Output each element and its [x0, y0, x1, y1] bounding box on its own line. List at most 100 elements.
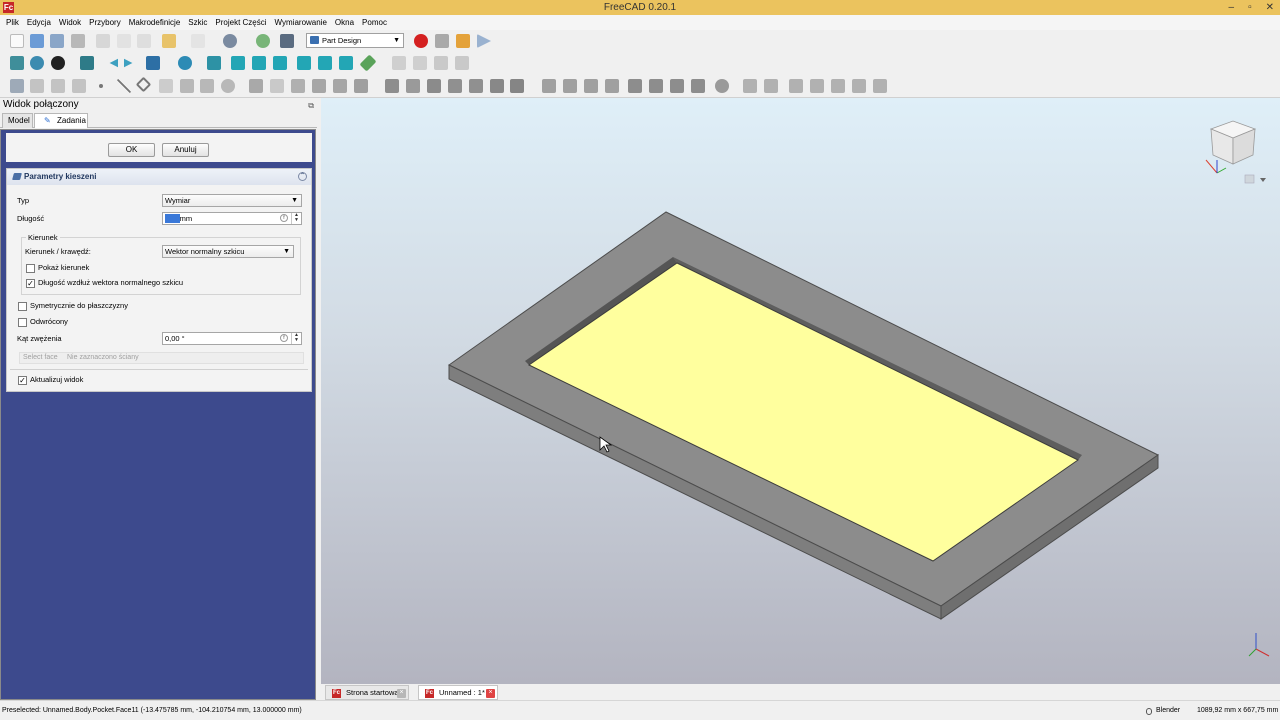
copy-icon[interactable] — [117, 34, 131, 48]
menu-dimensioning[interactable]: Wymiarowanie — [271, 15, 331, 30]
part-icon[interactable] — [392, 56, 406, 70]
navigation-cube[interactable] — [1205, 120, 1266, 184]
type-select[interactable]: Wymiar ▼ — [162, 194, 302, 207]
redo-icon[interactable] — [191, 34, 205, 48]
fit-selection-icon[interactable] — [30, 56, 44, 70]
paste-icon[interactable] — [137, 34, 151, 48]
pocket-icon[interactable] — [385, 79, 399, 93]
menu-edit[interactable]: Edycja — [23, 15, 55, 30]
length-input[interactable]: 2,00mm f ▲ ▼ — [162, 212, 302, 225]
symmetric-checkbox[interactable] — [18, 302, 27, 311]
tab-start-page[interactable]: Fc Strona startowa × — [325, 685, 409, 700]
left-view-icon[interactable] — [339, 56, 353, 70]
macro-record-icon[interactable] — [414, 34, 428, 48]
print-icon[interactable] — [71, 34, 85, 48]
multi-transform-icon[interactable] — [605, 79, 619, 93]
body-icon[interactable] — [10, 79, 24, 93]
undo-icon[interactable] — [162, 34, 176, 48]
helix-icon[interactable] — [333, 79, 347, 93]
new-file-icon[interactable] — [10, 34, 24, 48]
menu-windows[interactable]: Okna — [331, 15, 358, 30]
pocket-parameters-header[interactable]: Parametry kieszeni ⌃ — [7, 169, 311, 185]
draft-icon[interactable] — [670, 79, 684, 93]
minimize-button[interactable]: – — [1229, 0, 1235, 15]
cancel-button[interactable]: Anuluj — [162, 143, 209, 157]
measure-angular-icon[interactable] — [764, 79, 778, 93]
rear-view-icon[interactable] — [297, 56, 311, 70]
measure-icon[interactable] — [359, 54, 377, 72]
boolean-icon[interactable] — [715, 79, 729, 93]
collapse-icon[interactable]: ⌃ — [298, 172, 307, 181]
mirrored-icon[interactable] — [542, 79, 556, 93]
datum-line-icon[interactable] — [117, 79, 131, 93]
menu-part-design[interactable]: Projekt Części — [211, 15, 270, 30]
spin-arrows-icon[interactable]: ▲ ▼ — [291, 213, 301, 224]
recompute-icon[interactable] — [256, 34, 270, 48]
measure-refresh-icon[interactable] — [789, 79, 803, 93]
fillet-icon[interactable] — [628, 79, 642, 93]
pad-icon[interactable] — [249, 79, 263, 93]
hole-icon[interactable] — [406, 79, 420, 93]
polar-pattern-icon[interactable] — [584, 79, 598, 93]
subtractive-helix-icon[interactable] — [490, 79, 504, 93]
subtractive-primitive-icon[interactable] — [510, 79, 524, 93]
cut-icon[interactable] — [96, 34, 110, 48]
measure-clear-icon[interactable] — [810, 79, 824, 93]
datum-plane-icon[interactable] — [135, 76, 152, 93]
macro-play-icon[interactable] — [477, 34, 491, 48]
workbench-select[interactable]: Part Design ▼ — [306, 33, 404, 48]
measure-toggle-3d-icon[interactable] — [852, 79, 866, 93]
sync-view-icon[interactable] — [146, 56, 160, 70]
revolution-icon[interactable] — [270, 79, 284, 93]
linear-pattern-icon[interactable] — [563, 79, 577, 93]
isometric-view-icon[interactable] — [207, 56, 221, 70]
refresh-icon[interactable] — [223, 34, 237, 48]
macro-stop-icon[interactable] — [435, 34, 449, 48]
front-view-icon[interactable] — [231, 56, 245, 70]
pipe-icon[interactable] — [312, 79, 326, 93]
top-view-icon[interactable] — [252, 56, 266, 70]
ok-button[interactable]: OK — [108, 143, 155, 157]
back-arrow-icon[interactable] — [109, 58, 118, 68]
sub-shape-binder-icon[interactable] — [180, 79, 194, 93]
show-direction-checkbox[interactable] — [26, 264, 35, 273]
additive-primitive-icon[interactable] — [354, 79, 368, 93]
menu-macro[interactable]: Makrodefinicje — [125, 15, 185, 30]
draw-style-icon[interactable] — [51, 56, 65, 70]
right-view-icon[interactable] — [273, 56, 287, 70]
tab-tasks[interactable]: ✎ Zadania — [34, 113, 88, 128]
close-icon[interactable]: × — [486, 689, 495, 698]
expression-icon[interactable]: f — [280, 334, 288, 342]
tab-model[interactable]: Model — [2, 113, 33, 128]
subtractive-loft-icon[interactable] — [448, 79, 462, 93]
menu-file[interactable]: Plik — [2, 15, 23, 30]
sketch-icon[interactable] — [30, 79, 44, 93]
measure-linear-icon[interactable] — [743, 79, 757, 93]
select-face-button[interactable]: Select face — [23, 353, 58, 363]
loft-icon[interactable] — [291, 79, 305, 93]
bottom-view-icon[interactable] — [318, 56, 332, 70]
undock-icon[interactable]: ⧉ — [308, 99, 314, 113]
chamfer-icon[interactable] — [649, 79, 663, 93]
groove-icon[interactable] — [427, 79, 441, 93]
restore-button[interactable]: ▫ — [1248, 0, 1252, 15]
local-cs-icon[interactable] — [159, 79, 173, 93]
thickness-icon[interactable] — [691, 79, 705, 93]
close-icon[interactable]: × — [397, 689, 406, 698]
link-actions-icon[interactable] — [455, 56, 469, 70]
expression-icon[interactable]: f — [280, 214, 288, 222]
measure-toggle-all-icon[interactable] — [831, 79, 845, 93]
validate-sketch-icon[interactable] — [51, 79, 65, 93]
link-icon[interactable] — [434, 56, 448, 70]
bounding-box-icon[interactable] — [80, 56, 94, 70]
clone-icon[interactable] — [200, 79, 214, 93]
menu-sketch[interactable]: Szkic — [184, 15, 211, 30]
forward-arrow-icon[interactable] — [124, 58, 133, 68]
direction-edge-select[interactable]: Wektor normalny szkicu ▼ — [162, 245, 294, 258]
macro-edit-icon[interactable] — [456, 34, 470, 48]
zoom-icon[interactable] — [178, 56, 192, 70]
datum-point-icon[interactable] — [99, 84, 103, 88]
save-icon[interactable] — [50, 34, 64, 48]
length-along-normal-checkbox[interactable]: ✓ — [26, 279, 35, 288]
taper-input[interactable]: 0,00 ° f ▲ ▼ — [162, 332, 302, 345]
